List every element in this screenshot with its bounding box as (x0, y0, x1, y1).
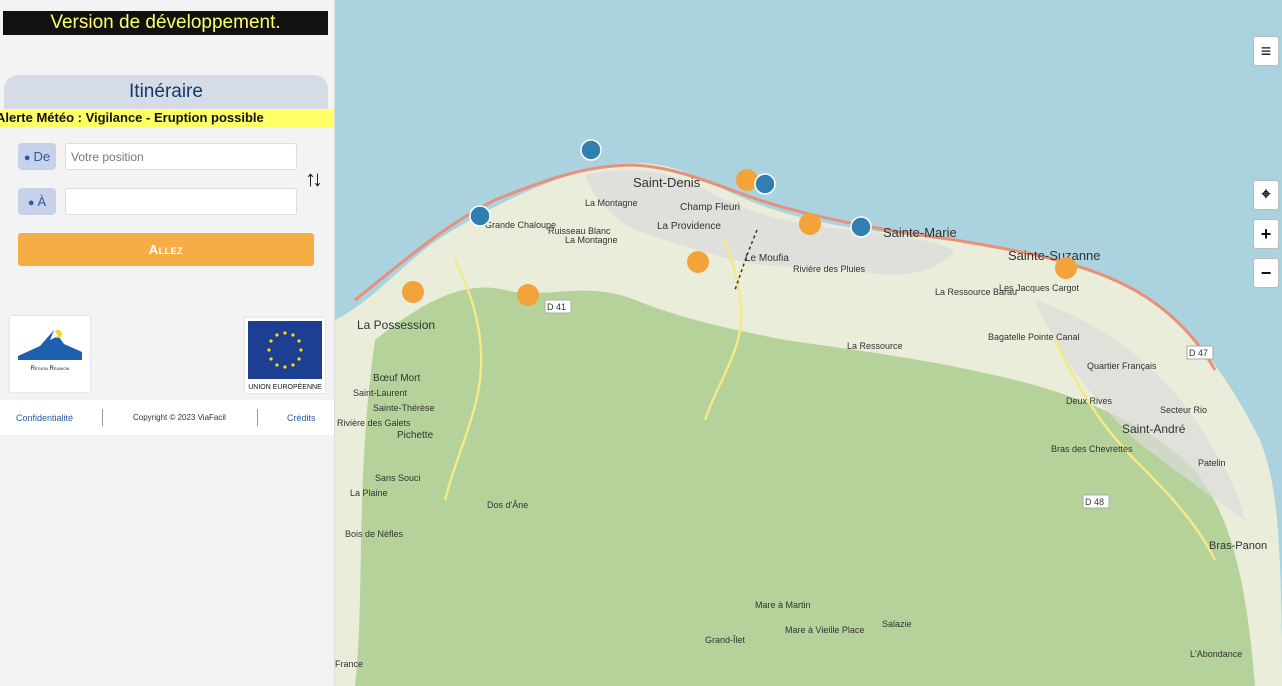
town-label: La Providence (657, 221, 721, 232)
info-marker-icon[interactable] (850, 216, 872, 238)
zoom-in-button[interactable]: + (1253, 219, 1279, 249)
town-label: Grande Chaloupe (485, 220, 556, 230)
town-label: Patelin (1198, 458, 1226, 468)
eu-flag-icon (248, 321, 322, 379)
town-label: Bœuf Mort (373, 373, 420, 384)
town-label: Rivière des Galets (337, 418, 411, 428)
zoom-out-button[interactable]: − (1253, 258, 1279, 288)
to-location-button[interactable]: ● À (18, 188, 56, 215)
town-label: Pichette (397, 430, 434, 441)
weather-alert-banner: Alerte Météo : Vigilance - Eruption poss… (0, 109, 334, 127)
town-label: Saint-André (1122, 422, 1186, 436)
map-view[interactable]: Saint-Denis La Montagne Champ Fleuri La Pro… (335, 0, 1282, 686)
itinerary-title: Itinéraire (4, 75, 328, 113)
map-pin-icon: ● (23, 152, 31, 164)
town-label: Bois de Nèfles (345, 529, 404, 539)
locate-button[interactable]: ⌖ (1253, 180, 1279, 210)
town-label: Sainte-Marie (883, 225, 957, 240)
town-label: La Plaine (350, 488, 388, 498)
town-label: Salazie (882, 619, 912, 629)
footer: Confidentialité Copyright © 2023 ViaFaci… (0, 400, 334, 435)
roadwork-marker-icon[interactable] (402, 281, 424, 303)
town-label: La Ressource (847, 341, 903, 351)
plus-icon: + (1260, 224, 1272, 244)
town-label: Sainte-Thérèse (373, 403, 435, 413)
privacy-link[interactable]: Confidentialité (16, 413, 73, 423)
town-label: Bagatelle Pointe Canal (988, 332, 1080, 342)
credits-link[interactable]: Crédits (287, 413, 316, 423)
town-label: La Montagne (565, 235, 618, 245)
region-mountain-icon (18, 330, 82, 360)
roadwork-marker-icon[interactable] (1055, 257, 1077, 279)
road-label: D 41 (547, 302, 566, 312)
town-label: Quartier Français (1087, 361, 1157, 371)
town-label: Champ Fleuri (680, 202, 740, 213)
footer-divider (257, 409, 258, 426)
roadwork-marker-icon[interactable] (687, 251, 709, 273)
swap-directions-icon[interactable]: ↑↓ (305, 166, 323, 192)
crosshair-icon: ⌖ (1261, 186, 1271, 203)
town-label: Mare à Vieille Place (785, 625, 864, 635)
map-menu-button[interactable]: ≡ (1253, 36, 1279, 66)
from-label: De (33, 149, 51, 164)
town-label: La Possession (357, 318, 435, 332)
town-label: Sans Souci (375, 473, 421, 483)
hamburger-icon: ≡ (1260, 41, 1272, 61)
map-pin-icon: ● (27, 197, 35, 209)
town-label: La Montagne (585, 198, 638, 208)
from-location-button[interactable]: ● De (18, 143, 56, 170)
from-input[interactable] (65, 143, 297, 170)
info-marker-icon[interactable] (580, 139, 602, 161)
town-label: Secteur Rio (1160, 405, 1207, 415)
town-label: L'Abondance (1190, 649, 1242, 659)
region-logo-caption: Région Réunion (30, 366, 70, 372)
dev-version-banner: Version de développement. (3, 11, 328, 35)
town-label: Deux Rives (1066, 396, 1113, 406)
town-label: Saint-Laurent (353, 388, 408, 398)
town-label: Sainte-Suzanne (1008, 248, 1101, 263)
minus-icon: − (1260, 263, 1272, 283)
town-label: Grand-Îlet (705, 635, 746, 645)
roadwork-marker-icon[interactable] (517, 284, 539, 306)
town-label: Les Jacques Cargot (999, 283, 1080, 293)
roadwork-marker-icon[interactable] (799, 213, 821, 235)
map-canvas[interactable]: Saint-Denis La Montagne Champ Fleuri La Pro… (335, 0, 1282, 686)
town-label: Mare à Martin (755, 600, 811, 610)
to-input[interactable] (65, 188, 297, 215)
town-label: France (335, 659, 363, 669)
town-label: Bras-Panon (1209, 540, 1267, 552)
copyright-text: Copyright © 2023 ViaFacil (133, 413, 226, 422)
town-label: Le Moufia (745, 253, 789, 264)
town-label: Dos d'Âne (487, 500, 528, 510)
town-label: Saint-Denis (633, 175, 701, 190)
region-reunion-logo: Région Réunion (10, 316, 90, 392)
road-label: D 48 (1085, 497, 1104, 507)
sidebar: Version de développement. Itinéraire Ale… (0, 0, 335, 686)
road-label: D 47 (1189, 348, 1208, 358)
to-label: À (37, 194, 47, 209)
town-label: Bras des Chevrettes (1051, 444, 1133, 454)
eu-logo-caption: UNION EUROPÉENNE (248, 384, 322, 391)
footer-divider (102, 409, 103, 426)
roadwork-marker-icon[interactable] (736, 169, 758, 191)
go-button[interactable]: Allez (18, 233, 314, 266)
info-marker-icon[interactable] (469, 205, 491, 227)
town-label: Rivière des Pluies (793, 264, 866, 274)
eu-logo: UNION EUROPÉENNE (245, 318, 325, 393)
info-marker-icon[interactable] (754, 173, 776, 195)
